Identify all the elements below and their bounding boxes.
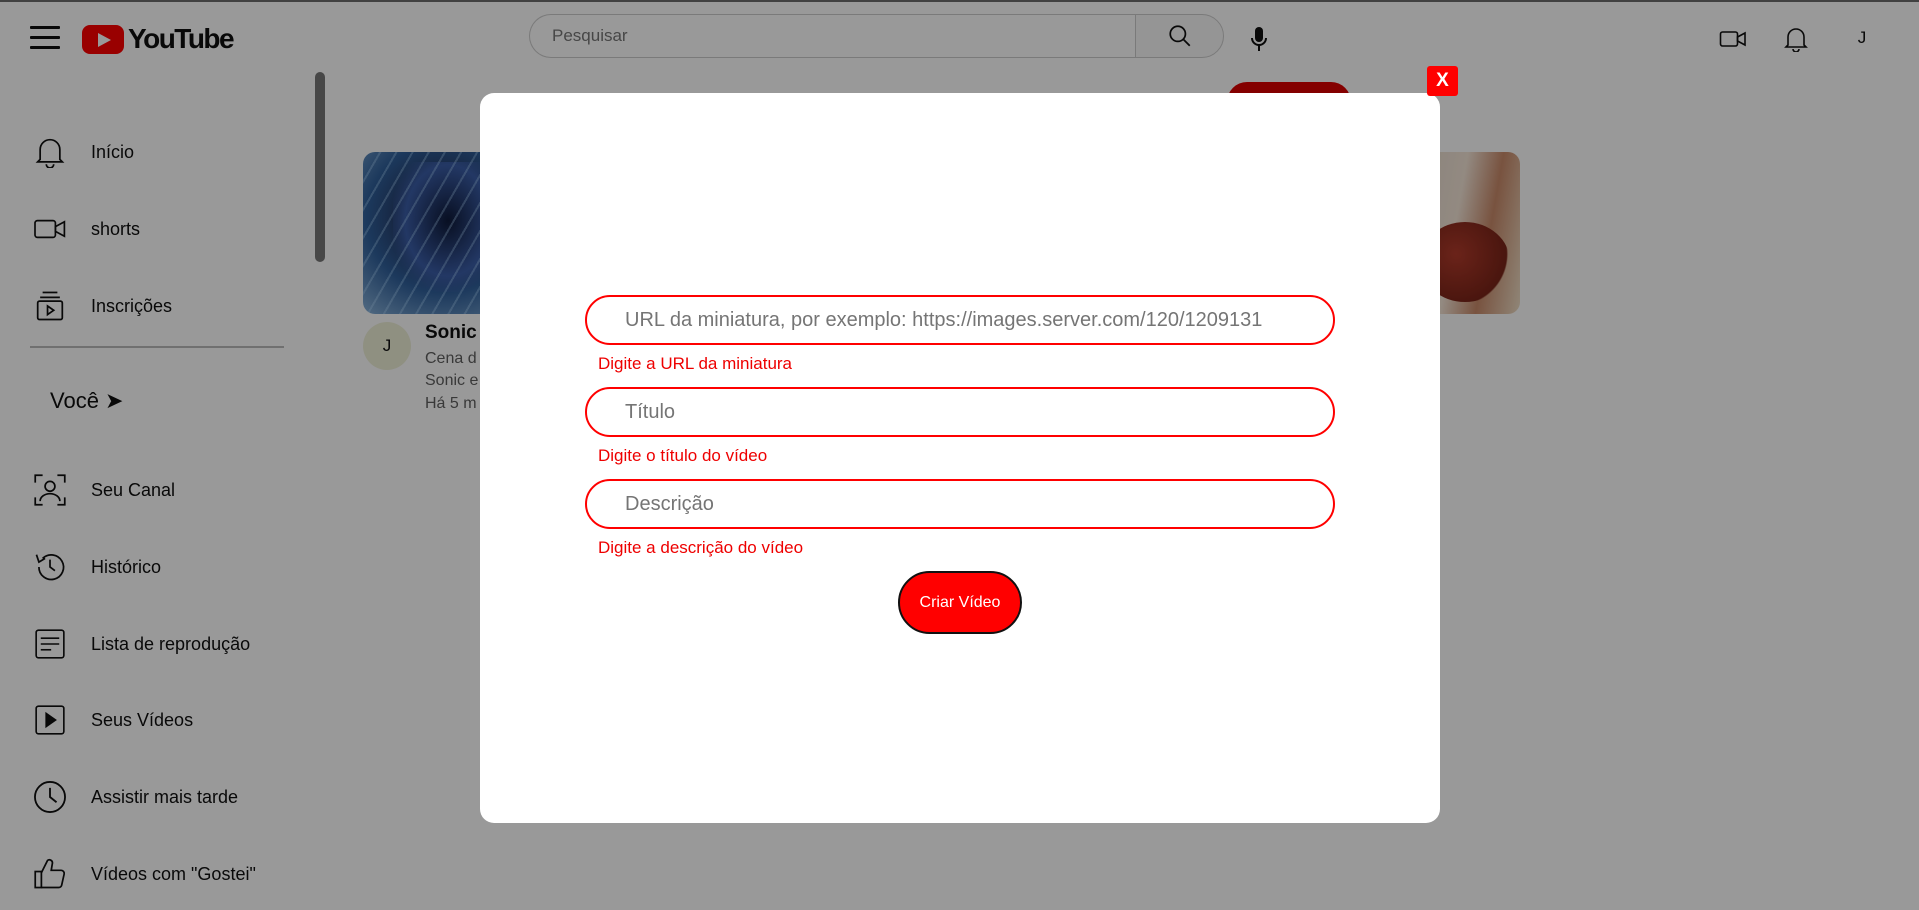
- thumbnail-url-error: Digite a URL da miniatura: [598, 354, 793, 373]
- title-input[interactable]: [585, 387, 1335, 437]
- close-modal-button[interactable]: X: [1427, 66, 1458, 96]
- thumbnail-url-input[interactable]: [585, 295, 1335, 345]
- description-input[interactable]: [585, 479, 1335, 529]
- title-error: Digite o título do vídeo: [598, 446, 768, 465]
- create-video-button[interactable]: Criar Vídeo: [898, 571, 1022, 634]
- description-error: Digite a descrição do vídeo: [598, 538, 804, 557]
- create-video-modal: Digite a URL da miniatura Digite o títul…: [480, 93, 1440, 823]
